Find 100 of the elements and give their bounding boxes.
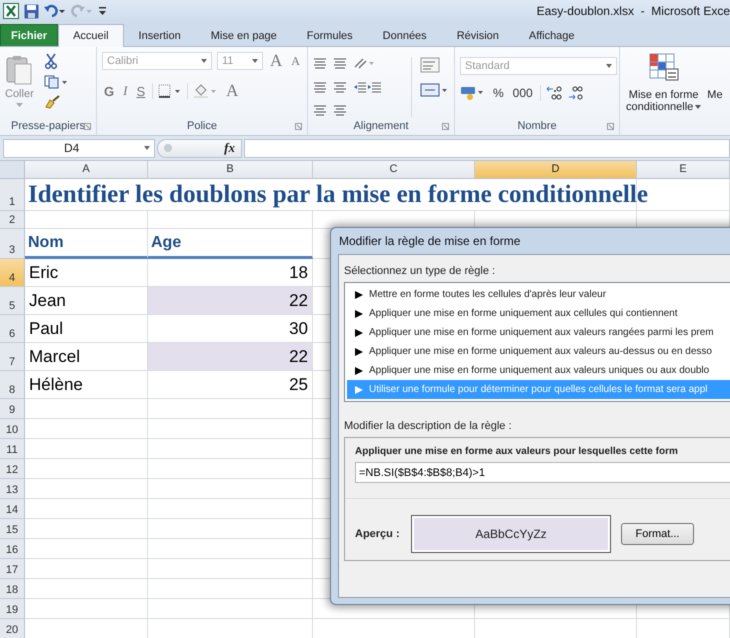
ribbon-tab[interactable]: Données <box>368 24 442 46</box>
row-header[interactable]: 15 <box>0 519 25 539</box>
dialog-launcher-icon[interactable] <box>295 122 302 130</box>
row-header[interactable]: 1 <box>0 179 25 211</box>
preview-label: Aperçu : <box>355 528 401 540</box>
formula-field[interactable]: =NB.SI($B$4:$B$8;B4)>1 <box>355 462 730 483</box>
column-header[interactable]: C <box>313 161 475 179</box>
merge-cells-icon[interactable] <box>420 83 448 97</box>
italic-button[interactable]: I <box>121 83 130 99</box>
percent-button[interactable]: % <box>491 86 506 100</box>
align-right-icon[interactable] <box>333 104 347 116</box>
shrink-font-button[interactable]: A <box>289 54 302 68</box>
formula-input[interactable] <box>244 138 730 158</box>
rule-type-item[interactable]: Appliquer une mise en forme uniquement aux valeurs rangées parmi les prem <box>347 323 730 342</box>
indent-icon[interactable] <box>353 80 383 93</box>
row-header[interactable]: 17 <box>0 559 25 579</box>
resize-handle[interactable] <box>164 144 172 152</box>
dropdown-arrow-icon <box>16 103 23 107</box>
formula-label: Appliquer une mise en forme aux valeurs pour lesquelles cette form <box>355 446 679 457</box>
borders-icon[interactable] <box>158 84 182 98</box>
row-header[interactable]: 8 <box>0 371 25 399</box>
ribbon-tab[interactable]: Insertion <box>124 24 196 46</box>
align-top-icon[interactable] <box>313 57 327 69</box>
row-header[interactable]: 13 <box>0 479 25 499</box>
row-header[interactable]: 4 <box>0 259 25 287</box>
copy-icon[interactable] <box>44 75 68 89</box>
row-header[interactable]: 3 <box>0 229 25 259</box>
window-title: Easy-doublon.xlsx - Microsoft Exce <box>536 4 730 18</box>
row-header[interactable]: 9 <box>0 399 25 419</box>
insert-function-button[interactable]: fx <box>224 140 235 156</box>
align-left-icon[interactable] <box>333 80 347 93</box>
grow-font-button[interactable]: A <box>268 51 284 71</box>
column-header[interactable]: B <box>148 161 313 179</box>
wrap-text-icon[interactable] <box>420 57 440 73</box>
currency-icon[interactable] <box>460 85 486 101</box>
dialog-title: Modifier la règle de mise en forme <box>338 233 522 250</box>
align-center-icon[interactable] <box>313 104 327 116</box>
excel-logo-icon[interactable] <box>3 3 19 19</box>
row-header[interactable]: 6 <box>0 315 25 343</box>
ribbon-tab[interactable]: Révision <box>442 24 514 46</box>
rule-type-item[interactable]: Appliquer une mise en forme uniquement aux cellules qui contiennent <box>347 304 730 323</box>
column-header[interactable]: D <box>475 161 637 179</box>
undo-icon[interactable] <box>44 4 66 18</box>
font-color-button[interactable]: A <box>224 81 240 101</box>
dialog-launcher-icon[interactable] <box>607 122 614 130</box>
rule-type-item[interactable]: Appliquer une mise en forme uniquement aux valeurs uniques ou aux doublo <box>347 361 730 380</box>
row-header[interactable]: 5 <box>0 287 25 315</box>
paintbrush-icon[interactable] <box>44 95 60 109</box>
align-middle-icon[interactable] <box>333 57 347 69</box>
row-header[interactable]: 12 <box>0 459 25 479</box>
table-cell: 22 <box>148 287 313 315</box>
rule-type-item[interactable]: Appliquer une mise en forme uniquement aux valeurs au-dessus ou en desso <box>347 342 730 361</box>
row-header[interactable]: 10 <box>0 419 25 439</box>
section-label: Modifier la description de la règle : <box>344 420 513 432</box>
row-header[interactable]: 18 <box>0 579 25 599</box>
underline-button[interactable]: S <box>134 84 148 98</box>
triangle-icon <box>355 366 363 374</box>
group-label: Police <box>187 120 217 132</box>
column-header[interactable]: E <box>637 161 730 179</box>
column-header[interactable]: A <box>25 161 148 179</box>
dialog-launcher-icon[interactable] <box>84 122 91 130</box>
dialog-launcher-icon[interactable] <box>442 122 449 130</box>
group-label: Alignement <box>353 120 409 132</box>
triangle-icon <box>355 328 363 336</box>
format-button[interactable]: Format... <box>621 523 694 545</box>
ribbon-tab[interactable]: Accueil <box>58 24 124 47</box>
row-header[interactable]: 19 <box>0 599 25 619</box>
table-cell: Eric <box>25 259 148 287</box>
triangle-icon <box>355 290 363 298</box>
row-header[interactable]: 14 <box>0 499 25 519</box>
text-orientation-icon[interactable] <box>353 57 375 69</box>
ribbon-tab[interactable]: Affichage <box>514 24 590 46</box>
row-header[interactable]: 16 <box>0 539 25 559</box>
customize-toolbar-icon[interactable] <box>98 5 107 17</box>
table-cell: Paul <box>25 315 148 343</box>
rule-type-item[interactable]: Mettre en forme toutes les cellules d'après leur valeur <box>347 285 730 304</box>
table-cell: 22 <box>148 343 313 371</box>
bold-button[interactable]: G <box>102 84 116 98</box>
align-bottom-icon[interactable] <box>313 80 327 93</box>
save-icon[interactable] <box>24 4 39 18</box>
row-header[interactable]: 20 <box>0 619 25 638</box>
increase-decimal-icon[interactable] <box>546 85 562 101</box>
file-tab[interactable]: Fichier <box>0 24 58 46</box>
ribbon-tab[interactable]: Mise en page <box>196 24 292 46</box>
ribbon-tab[interactable]: Formules <box>292 24 368 46</box>
table-grid-icon <box>648 53 679 81</box>
format-as-table-button[interactable]: Me <box>707 51 723 117</box>
sheet-title: Identifier les doublons par la mise en forme conditionnelle <box>28 180 648 208</box>
conditional-formatting-button[interactable]: Mise en forme conditionnelle <box>620 51 708 117</box>
thousands-separator-button[interactable]: 000 <box>510 86 535 100</box>
row-header[interactable]: 11 <box>0 439 25 459</box>
group-label: Nombre <box>517 120 557 132</box>
clipboard-icon <box>6 55 32 85</box>
row-header[interactable]: 2 <box>0 211 25 229</box>
scissors-icon[interactable] <box>44 53 58 69</box>
table-header-cell: Age <box>148 229 313 259</box>
decrease-decimal-icon[interactable] <box>566 85 583 101</box>
section-label: Sélectionnez un type de règle : <box>344 265 496 277</box>
row-header[interactable]: 7 <box>0 343 25 371</box>
name-box[interactable]: D4 <box>3 138 155 158</box>
